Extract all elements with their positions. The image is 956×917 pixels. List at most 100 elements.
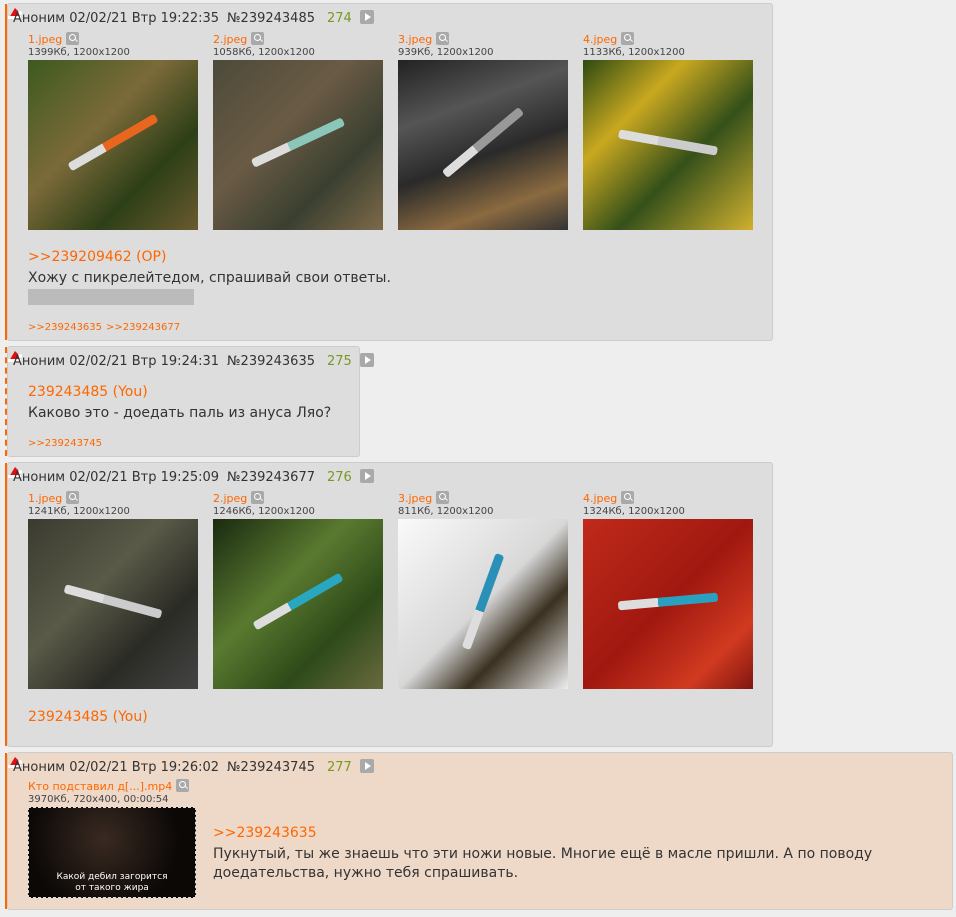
file-attachment: 1.jpeg 1399Кб, 1200x1200 xyxy=(28,32,203,230)
post-header: Аноним 02/02/21 Втр 19:24:31 №239243635 27… xyxy=(13,353,374,369)
file-attachment: 3.jpeg 811Кб, 1200x1200 xyxy=(398,491,573,689)
file-info: 1133Кб, 1200x1200 xyxy=(583,47,685,58)
video-thumbnail[interactable]: Какой дебил загорится от такого жира xyxy=(28,807,196,898)
reply-link[interactable]: >>239243635 xyxy=(213,825,317,841)
post-count: 275 xyxy=(327,354,352,369)
knife-shape xyxy=(461,552,505,651)
image-thumbnail[interactable] xyxy=(28,519,198,689)
backlink[interactable]: >>239243677 xyxy=(106,322,180,333)
file-attachment: 4.jpeg 1324Кб, 1200x1200 xyxy=(583,491,758,689)
post-replies: >>239243745 xyxy=(28,438,106,449)
image-thumbnail[interactable] xyxy=(28,60,198,230)
knife-shape xyxy=(617,129,719,156)
post-message: Хожу с пикрелейтедом, спрашивай свои отв… xyxy=(28,269,391,288)
file-name-row: 1.jpeg xyxy=(28,491,203,505)
poster-name: Аноним xyxy=(13,760,66,775)
post-number[interactable]: №239243677 xyxy=(227,470,315,485)
post-message: Каково это - доедать паль из ануса Ляо? xyxy=(28,404,331,423)
image-thumbnail[interactable] xyxy=(398,519,568,689)
file-name-row: 3.jpeg xyxy=(398,491,573,505)
post-message: Пукнутый, ты же знаешь что эти ножи новы… xyxy=(213,845,872,883)
message-line: Пукнутый, ты же знаешь что эти ножи новы… xyxy=(213,846,873,862)
post: Аноним 02/02/21 Втр 19:25:09 №239243677 27… xyxy=(5,462,773,747)
image-thumbnail[interactable] xyxy=(398,60,568,230)
file-name-link[interactable]: 4.jpeg xyxy=(583,33,617,46)
file-name-row: 1.jpeg xyxy=(28,32,203,46)
reply-link[interactable]: >>239209462 (OP) xyxy=(28,249,166,265)
file-name-link[interactable]: 1.jpeg xyxy=(28,33,62,46)
file-name-link[interactable]: 2.jpeg xyxy=(213,33,247,46)
file-name-link[interactable]: 4.jpeg xyxy=(583,492,617,505)
file-name-link[interactable]: Кто подставил д[...].mp4 xyxy=(28,780,172,793)
poster-name: Аноним xyxy=(13,354,66,369)
knife-shape xyxy=(617,592,719,611)
post: Аноним 02/02/21 Втр 19:22:35 №239243485 27… xyxy=(5,3,773,341)
backlink[interactable]: >>239243635 xyxy=(28,322,102,333)
image-thumbnail[interactable] xyxy=(583,519,753,689)
post-count: 277 xyxy=(327,760,352,775)
file-name-row: 4.jpeg xyxy=(583,491,758,505)
post-date: 02/02/21 Втр 19:22:35 xyxy=(69,11,220,26)
message-line: Каково это - доедать паль из ануса Ляо? xyxy=(28,405,332,421)
search-image-icon[interactable] xyxy=(66,491,80,504)
poster-name: Аноним xyxy=(13,470,66,485)
file-name-row: 4.jpeg xyxy=(583,32,758,46)
post-count: 276 xyxy=(327,470,352,485)
knife-shape xyxy=(67,113,159,172)
file-name-link[interactable]: 3.jpeg xyxy=(398,492,432,505)
search-image-icon[interactable] xyxy=(621,32,635,45)
file-info: 1241Кб, 1200x1200 xyxy=(28,506,130,517)
file-name-row: 3.jpeg xyxy=(398,32,573,46)
message-line: доедательства, нужно тебя спрашивать. xyxy=(213,865,519,881)
search-image-icon[interactable] xyxy=(436,491,450,504)
search-image-icon[interactable] xyxy=(436,32,450,45)
file-attachment: Кто подставил д[...].mp4 3970Кб, 720x400,… xyxy=(28,779,203,898)
backlink[interactable]: >>239243745 xyxy=(28,438,102,449)
file-info: 811Кб, 1200x1200 xyxy=(398,506,494,517)
spoiler-text[interactable] xyxy=(28,289,194,305)
post-menu-button[interactable] xyxy=(359,759,374,773)
post-count: 274 xyxy=(327,11,352,26)
search-image-icon[interactable] xyxy=(251,491,265,504)
file-attachment: 4.jpeg 1133Кб, 1200x1200 xyxy=(583,32,758,230)
file-info: 1324Кб, 1200x1200 xyxy=(583,506,685,517)
post-replies: >>239243635 >>239243677 xyxy=(28,322,184,333)
caption-line: Какой дебил загорится xyxy=(56,872,168,882)
file-name-row: Кто подставил д[...].mp4 xyxy=(28,779,203,793)
knife-shape xyxy=(441,106,525,179)
post-header: Аноним 02/02/21 Втр 19:22:35 №239243485 27… xyxy=(13,10,374,26)
post-header: Аноним 02/02/21 Втр 19:25:09 №239243677 27… xyxy=(13,469,374,485)
file-info: 1399Кб, 1200x1200 xyxy=(28,47,130,58)
image-thumbnail[interactable] xyxy=(213,60,383,230)
post-date: 02/02/21 Втр 19:25:09 xyxy=(69,470,220,485)
file-attachment: 2.jpeg 1246Кб, 1200x1200 xyxy=(213,491,388,689)
post-menu-button[interactable] xyxy=(359,353,374,367)
file-info: 939Кб, 1200x1200 xyxy=(398,47,494,58)
image-thumbnail[interactable] xyxy=(213,519,383,689)
search-image-icon[interactable] xyxy=(176,779,190,792)
file-name-link[interactable]: 2.jpeg xyxy=(213,492,247,505)
caption-line: от такого жира xyxy=(75,883,149,893)
post-number[interactable]: №239243485 xyxy=(227,11,315,26)
file-name-link[interactable]: 3.jpeg xyxy=(398,33,432,46)
search-image-icon[interactable] xyxy=(251,32,265,45)
reply-link[interactable]: 239243485 (You) xyxy=(28,384,148,400)
post: Аноним 02/02/21 Втр 19:24:31 №239243635 27… xyxy=(5,346,374,457)
file-info: 1246Кб, 1200x1200 xyxy=(213,506,315,517)
search-image-icon[interactable] xyxy=(621,491,635,504)
post-number[interactable]: №239243745 xyxy=(227,760,315,775)
search-image-icon[interactable] xyxy=(66,32,80,45)
reply-link[interactable]: 239243485 (You) xyxy=(28,709,148,725)
message-line: Хожу с пикрелейтедом, спрашивай свои отв… xyxy=(28,270,391,286)
knife-shape xyxy=(252,572,344,631)
video-caption: Какой дебил загорится от такого жира xyxy=(29,872,195,894)
file-attachment: 2.jpeg 1058Кб, 1200x1200 xyxy=(213,32,388,230)
file-name-row: 2.jpeg xyxy=(213,32,388,46)
file-attachment: 1.jpeg 1241Кб, 1200x1200 xyxy=(28,491,203,689)
file-name-link[interactable]: 1.jpeg xyxy=(28,492,62,505)
post-menu-button[interactable] xyxy=(359,469,374,483)
post-menu-button[interactable] xyxy=(359,10,374,24)
post-number[interactable]: №239243635 xyxy=(227,354,315,369)
image-thumbnail[interactable] xyxy=(583,60,753,230)
file-info: 3970Кб, 720x400, 00:00:54 xyxy=(28,794,169,805)
